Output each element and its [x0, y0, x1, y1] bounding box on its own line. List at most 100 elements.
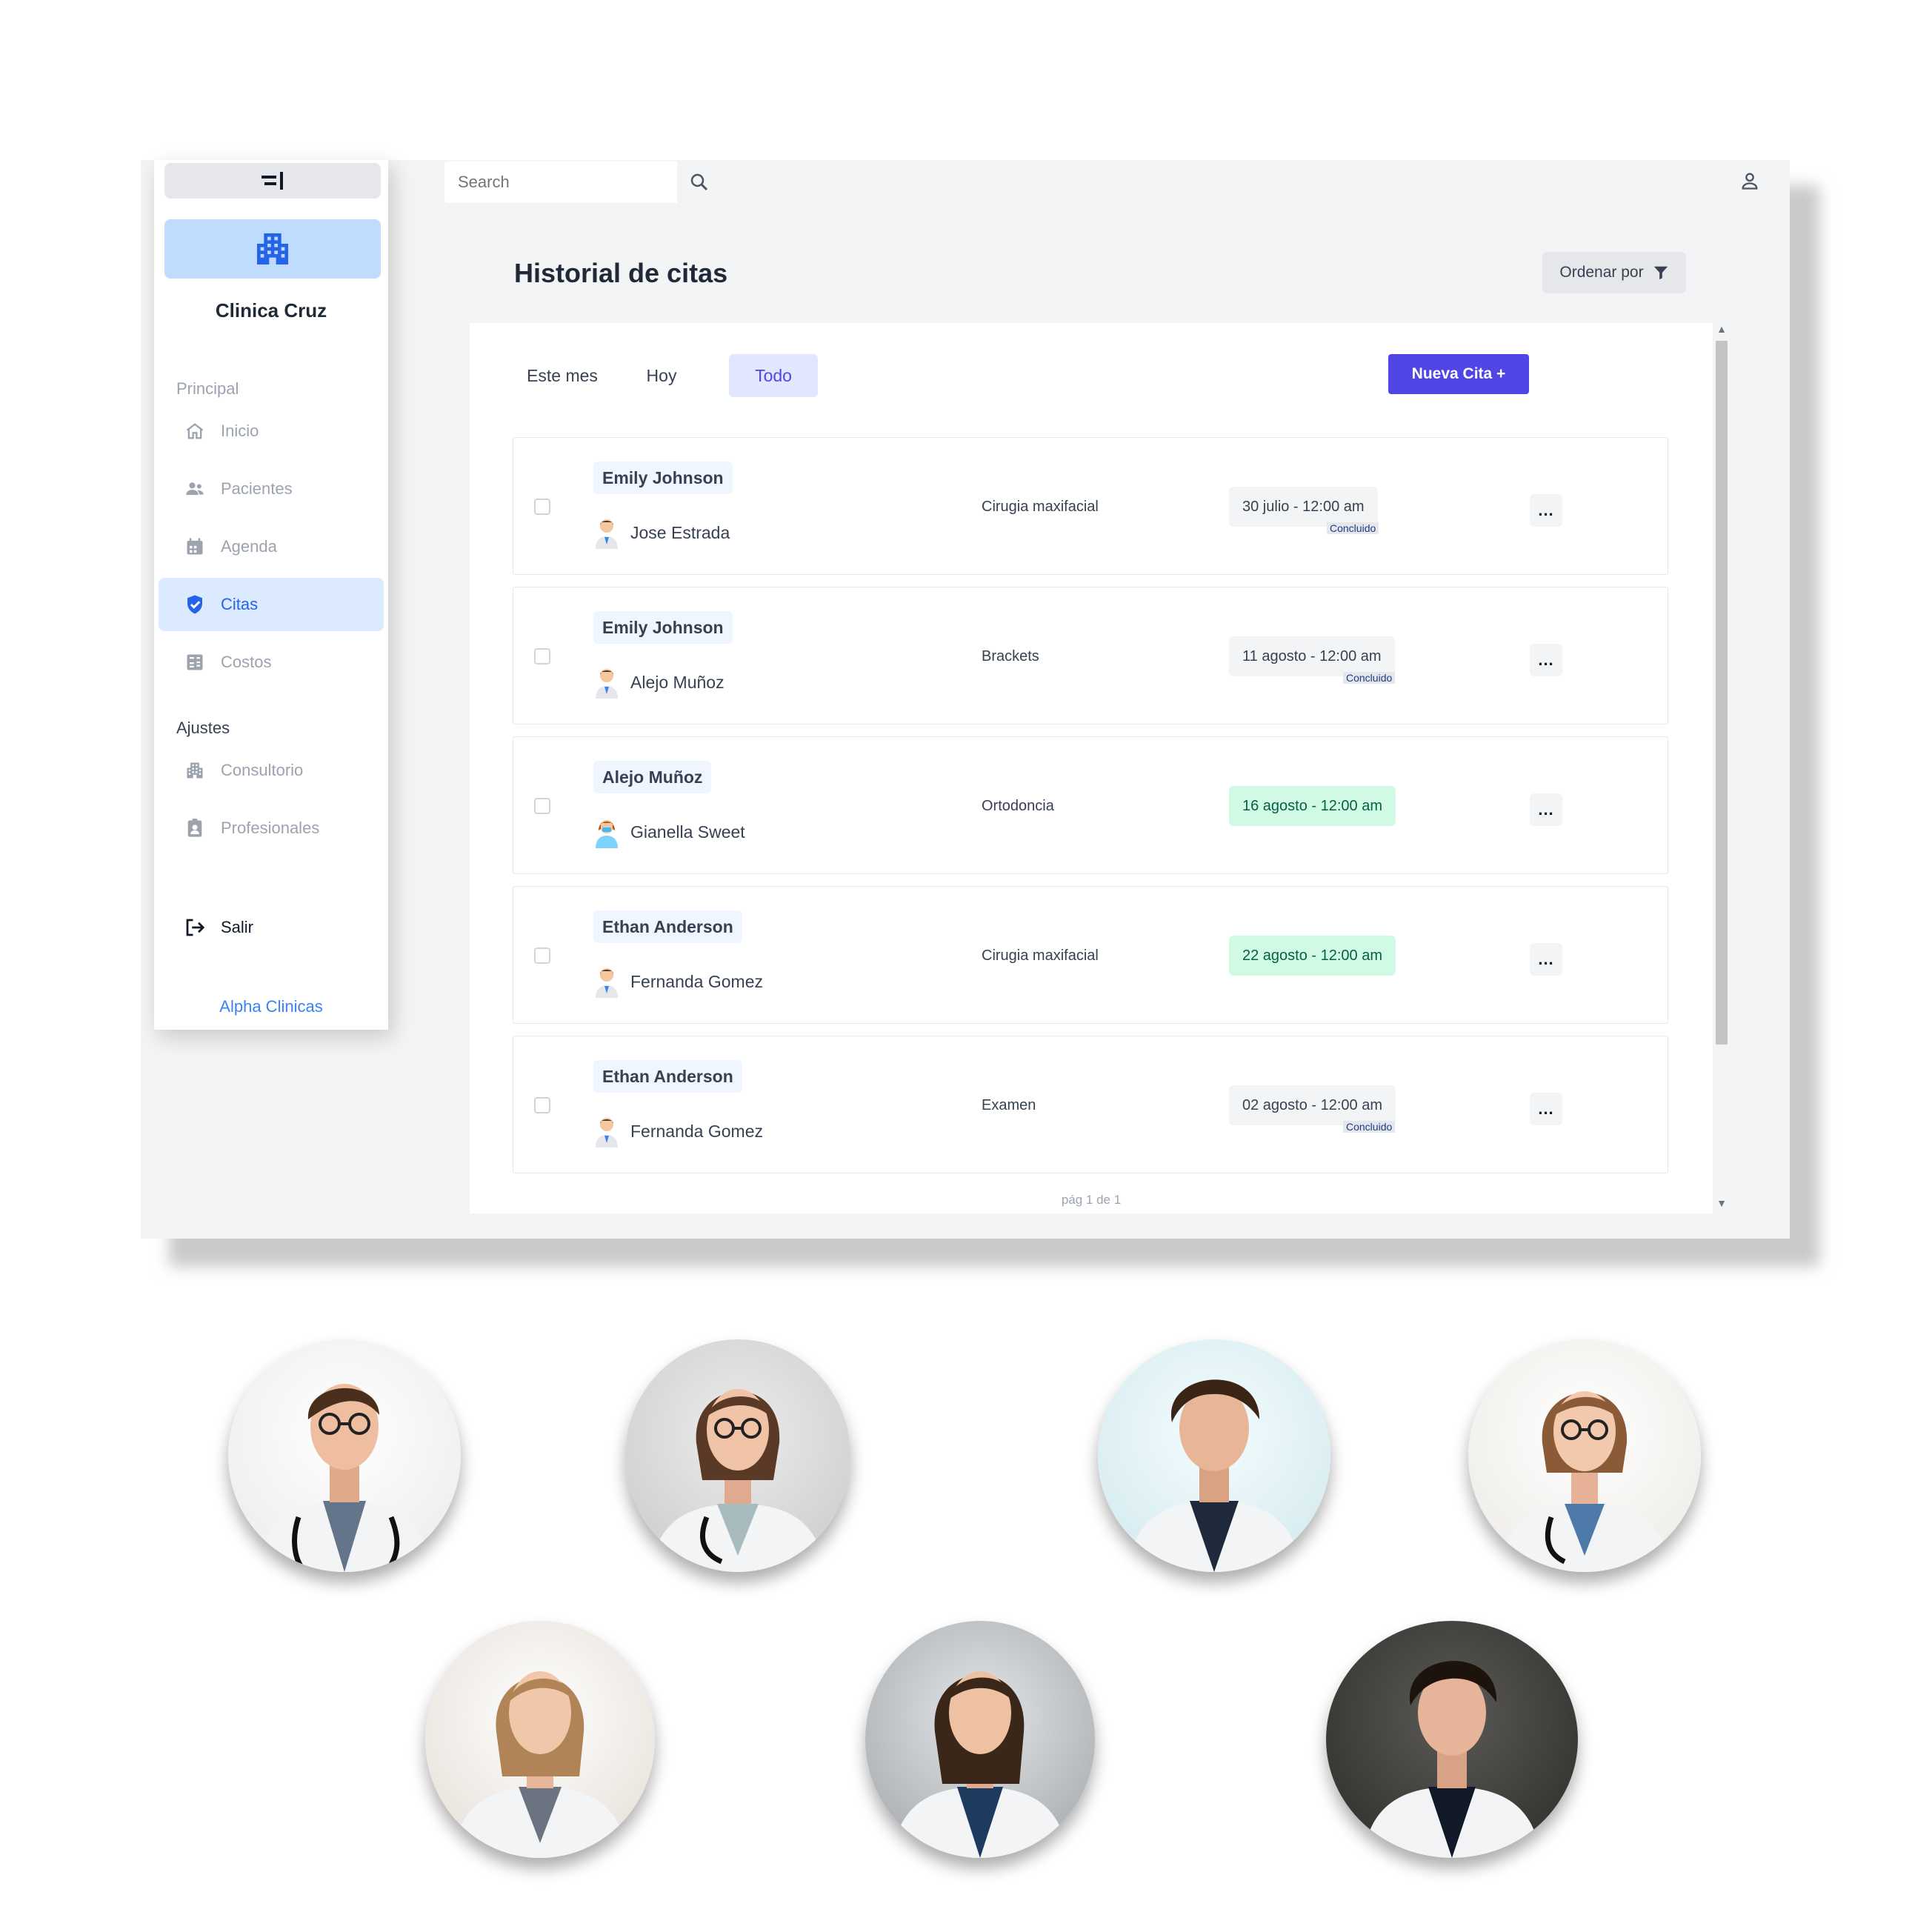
table-row[interactable]: Ethan Anderson Fernanda Gomez Examen 02 …: [513, 1036, 1668, 1173]
doctor-portrait: [1468, 1339, 1701, 1572]
doctor: Fernanda Gomez: [593, 1115, 763, 1147]
search-button[interactable]: [677, 161, 722, 203]
table-row[interactable]: Emily Johnson Alejo Muñoz Brackets 11 ag…: [513, 587, 1668, 724]
status-badge: Concluido: [1343, 672, 1396, 684]
doctor-name: Fernanda Gomez: [630, 971, 763, 991]
procedure: Ortodoncia: [982, 798, 1054, 814]
patient-name: Emily Johnson: [593, 462, 733, 494]
doctor-avatar-icon: [596, 519, 618, 549]
scroll-down-icon[interactable]: ▼: [1713, 1197, 1731, 1209]
sidebar-item-inicio[interactable]: Inicio: [159, 404, 384, 458]
patient-name: Emily Johnson: [593, 611, 733, 644]
sidebar-item-consultorio[interactable]: Consultorio: [159, 744, 384, 797]
users-icon: [169, 479, 221, 499]
sidebar-item-label: Consultorio: [221, 761, 304, 779]
row-checkbox[interactable]: [534, 947, 550, 964]
doctor-name: Gianella Sweet: [630, 822, 745, 842]
clinic-logo: [164, 219, 381, 279]
calculator-icon: [169, 652, 221, 673]
tab-este-mes[interactable]: Este mes: [514, 354, 610, 397]
section-ajustes: Ajustes: [176, 719, 230, 737]
sidebar-item-label: Inicio: [221, 422, 259, 440]
more-options-button[interactable]: ...: [1530, 494, 1562, 527]
more-options-button[interactable]: ...: [1530, 943, 1562, 976]
section-principal: Principal: [176, 379, 239, 398]
appointment-date: 16 agosto - 12:00 am: [1229, 786, 1396, 826]
doctor: Gianella Sweet: [593, 816, 745, 848]
doctor-avatar-icon: [596, 1118, 618, 1147]
sidebar-item-label: Profesionales: [221, 819, 320, 837]
sidebar-item-costos[interactable]: Costos: [159, 636, 384, 689]
doctor-portrait: [425, 1621, 655, 1858]
sidebar-item-pacientes[interactable]: Pacientes: [159, 462, 384, 516]
user-menu-button[interactable]: [1739, 170, 1760, 195]
table-row[interactable]: Emily Johnson Jose Estrada Cirugia maxif…: [513, 437, 1668, 575]
sort-label: Ordenar por: [1559, 264, 1644, 281]
more-options-button[interactable]: ...: [1530, 644, 1562, 676]
collapse-icon: [262, 172, 283, 190]
logout-icon: [169, 916, 221, 939]
doctor-avatar-icon: [596, 968, 618, 998]
tab-hoy[interactable]: Hoy: [628, 354, 695, 397]
status-badge: Concluido: [1343, 1121, 1396, 1133]
doctor: Fernanda Gomez: [593, 965, 763, 998]
more-options-button[interactable]: ...: [1530, 793, 1562, 826]
patient-name: Alejo Muñoz: [593, 761, 712, 793]
sidebar-collapse-button[interactable]: [164, 163, 381, 199]
appointment-date: 30 julio - 12:00 am: [1229, 487, 1378, 527]
sidebar-item-label: Citas: [221, 595, 259, 613]
patient-name: Ethan Anderson: [593, 1060, 742, 1093]
tab-todo[interactable]: Todo: [729, 354, 818, 397]
brand-link[interactable]: Alpha Clinicas: [154, 997, 388, 1016]
procedure: Cirugia maxifacial: [982, 499, 1099, 515]
sidebar: Clinica Cruz Principal Inicio Pacientes …: [154, 160, 388, 1030]
appointment-date: 11 agosto - 12:00 am: [1229, 636, 1395, 676]
status-badge: Concluido: [1327, 522, 1379, 534]
sidebar-item-label: Pacientes: [221, 479, 293, 498]
appointment-date: 02 agosto - 12:00 am: [1229, 1085, 1396, 1125]
row-checkbox[interactable]: [534, 648, 550, 664]
building-logo-icon: [257, 233, 288, 264]
showcase: Clinica Cruz Principal Inicio Pacientes …: [0, 0, 1932, 1932]
doctor-name: Alejo Muñoz: [630, 672, 724, 692]
doctor-portrait: [625, 1339, 850, 1572]
clinic-name: Clinica Cruz: [215, 299, 327, 322]
scroll-up-icon[interactable]: ▲: [1713, 323, 1731, 335]
procedure: Examen: [982, 1097, 1036, 1113]
sidebar-item-citas[interactable]: Citas: [159, 578, 384, 631]
doctor: Alejo Muñoz: [593, 666, 724, 699]
home-icon: [169, 421, 221, 442]
logout-button[interactable]: Salir: [159, 901, 384, 954]
scrollbar-thumb[interactable]: [1716, 341, 1728, 1045]
app-window: Clinica Cruz Principal Inicio Pacientes …: [141, 160, 1790, 1239]
row-checkbox[interactable]: [534, 798, 550, 814]
id-badge-icon: [169, 818, 221, 839]
doctor-portrait: [228, 1339, 461, 1572]
sidebar-item-profesionales[interactable]: Profesionales: [159, 802, 384, 855]
doctor: Jose Estrada: [593, 516, 730, 549]
patient-name: Ethan Anderson: [593, 910, 742, 943]
pagination-label: pág 1 de 1: [1061, 1193, 1122, 1207]
doctor-portrait: [865, 1621, 1095, 1858]
page-title: Historial de citas: [514, 258, 728, 288]
more-options-button[interactable]: ...: [1530, 1093, 1562, 1125]
doctor-avatar-icon: [596, 820, 618, 848]
new-appointment-button[interactable]: Nueva Cita +: [1388, 354, 1529, 394]
table-row[interactable]: Ethan Anderson Fernanda Gomez Cirugia ma…: [513, 886, 1668, 1024]
table-row[interactable]: Alejo Muñoz Gianella Sweet Ortodoncia 16…: [513, 736, 1668, 874]
appointments-card: Este mes Hoy Todo Nueva Cita + Emily Joh…: [470, 323, 1731, 1213]
calendar-icon: [169, 536, 221, 557]
building-icon: [169, 760, 221, 781]
scrollbar[interactable]: ▲ ▼: [1713, 323, 1731, 1213]
sort-button[interactable]: Ordenar por: [1542, 252, 1686, 293]
procedure: Cirugia maxifacial: [982, 947, 1099, 964]
doctor-name: Jose Estrada: [630, 522, 730, 542]
search-icon: [690, 173, 708, 191]
row-checkbox[interactable]: [534, 1097, 550, 1113]
appointment-check-icon: [169, 593, 221, 616]
sidebar-item-label: Agenda: [221, 537, 277, 556]
doctor-portrait: [1326, 1621, 1578, 1858]
row-checkbox[interactable]: [534, 499, 550, 515]
sidebar-item-agenda[interactable]: Agenda: [159, 520, 384, 573]
doctor-name: Fernanda Gomez: [630, 1121, 763, 1141]
